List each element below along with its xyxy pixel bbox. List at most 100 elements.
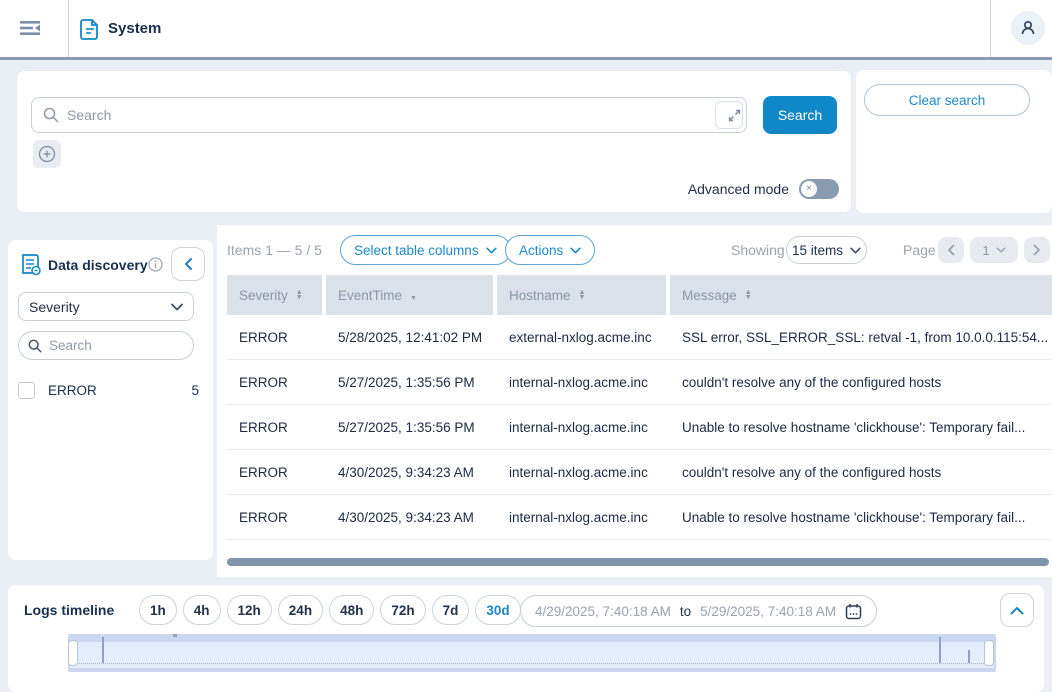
page-size-select[interactable]: 15 items — [786, 236, 867, 264]
date-to-label: to — [680, 604, 691, 619]
facet-count: 5 — [191, 383, 199, 398]
sort-icon: ▲▼ — [745, 290, 752, 300]
range-button-72h[interactable]: 72h — [380, 595, 425, 625]
horizontal-scrollbar[interactable] — [227, 558, 1049, 566]
items-count-text: Items 1 — 5 / 5 — [227, 242, 322, 258]
date-from: 4/29/2025, 7:40:18 AM — [535, 604, 671, 619]
top-bar: System — [0, 0, 1052, 57]
chevron-left-icon — [947, 244, 955, 256]
sidebar-header: Data discovery — [8, 247, 213, 283]
table-row[interactable]: ERROR 5/27/2025, 1:35:56 PM internal-nxl… — [227, 360, 1052, 405]
page-size-value: 15 items — [792, 243, 843, 258]
advanced-mode-row: Advanced mode × — [688, 179, 839, 199]
facet-search-box — [18, 331, 194, 360]
table-header-row: Severity ▲▼ EventTime ▼ Hostname ▲▼ Mess… — [227, 275, 1052, 315]
sort-icon: ▲▼ — [579, 290, 586, 300]
expand-icon — [728, 109, 741, 122]
system-doc-icon — [80, 18, 100, 45]
previous-page-button[interactable] — [938, 237, 964, 263]
timeline-spike — [102, 637, 104, 663]
log-table-area: Items 1 — 5 / 5 Select table columns Act… — [217, 225, 1052, 577]
sort-icon: ▲▼ — [296, 290, 303, 300]
toggle-off-knob-icon: × — [801, 181, 817, 197]
timeline-spike — [939, 637, 941, 663]
calendar-icon — [845, 603, 862, 620]
date-range-picker[interactable]: 4/29/2025, 7:40:18 AM to 5/29/2025, 7:40… — [520, 595, 877, 627]
timeline-left-handle[interactable] — [68, 640, 78, 666]
timeline-tick — [173, 634, 177, 637]
page-number-value: 1 — [982, 243, 989, 258]
menu-icon — [19, 19, 41, 37]
chevron-down-icon — [171, 303, 183, 311]
column-header-hostname[interactable]: Hostname ▲▼ — [497, 275, 666, 315]
chevron-right-icon — [1033, 244, 1041, 256]
expand-search-button[interactable] — [715, 101, 743, 129]
chevron-up-icon — [1010, 606, 1024, 615]
sidebar-collapse-button[interactable] — [171, 247, 205, 281]
column-header-severity[interactable]: Severity ▲▼ — [227, 275, 322, 315]
range-button-48h[interactable]: 48h — [329, 595, 374, 625]
facet-label: ERROR — [48, 383, 191, 398]
chevron-down-icon — [486, 247, 497, 254]
facet-field-select[interactable]: Severity — [18, 292, 194, 321]
select-table-columns-button[interactable]: Select table columns — [340, 235, 511, 265]
range-button-1h[interactable]: 1h — [139, 595, 177, 625]
table-row[interactable]: ERROR 4/30/2025, 9:34:23 AM internal-nxl… — [227, 495, 1052, 540]
chevron-down-icon — [996, 247, 1006, 253]
sidebar-title: Data discovery — [48, 257, 148, 273]
timeline-collapse-button[interactable] — [1000, 593, 1034, 627]
data-discovery-icon — [20, 253, 42, 282]
search-input[interactable] — [59, 107, 715, 123]
column-header-message[interactable]: Message ▲▼ — [670, 275, 1052, 315]
chevron-down-icon — [570, 247, 581, 254]
person-icon — [1019, 19, 1037, 37]
search-box — [31, 97, 747, 133]
search-panel: Search Advanced mode × — [16, 70, 852, 213]
data-discovery-sidebar: Data discovery Severity ERROR — [8, 240, 213, 560]
table-row[interactable]: ERROR 4/30/2025, 9:34:23 AM internal-nxl… — [227, 450, 1052, 495]
page-title: System — [108, 20, 161, 37]
advanced-mode-toggle[interactable]: × — [799, 179, 839, 199]
plus-circle-icon — [38, 145, 56, 163]
add-filter-button[interactable] — [33, 140, 61, 168]
log-table: Severity ▲▼ EventTime ▼ Hostname ▲▼ Mess… — [227, 275, 1052, 540]
timeline-range-buttons: 1h 4h 12h 24h 48h 72h 7d 30d today — [139, 595, 585, 625]
timeline-title: Logs timeline — [24, 602, 114, 618]
date-to: 5/29/2025, 7:40:18 AM — [700, 604, 836, 619]
facet-checkbox[interactable] — [18, 382, 35, 399]
facet-item-error[interactable]: ERROR 5 — [8, 379, 213, 401]
search-icon — [43, 107, 59, 123]
range-button-30d[interactable]: 30d — [475, 595, 520, 625]
page-number-select[interactable]: 1 — [970, 237, 1018, 263]
facet-search-input[interactable] — [42, 338, 193, 353]
page-label: Page — [903, 242, 936, 258]
range-button-12h[interactable]: 12h — [227, 595, 272, 625]
timeline-spike — [968, 650, 970, 663]
chevron-left-icon — [183, 257, 194, 271]
range-button-24h[interactable]: 24h — [278, 595, 323, 625]
range-button-4h[interactable]: 4h — [183, 595, 221, 625]
clear-search-button[interactable]: Clear search — [864, 84, 1030, 116]
advanced-mode-label: Advanced mode — [688, 181, 789, 197]
timeline-right-handle[interactable] — [984, 640, 994, 666]
column-header-eventtime[interactable]: EventTime ▼ — [326, 275, 493, 315]
timeline-chart[interactable] — [68, 634, 996, 672]
range-button-7d[interactable]: 7d — [432, 595, 470, 625]
topbar-underline — [0, 57, 1052, 60]
actions-label: Actions — [519, 243, 563, 258]
search-button[interactable]: Search — [763, 96, 837, 134]
table-row[interactable]: ERROR 5/28/2025, 12:41:02 PM external-nx… — [227, 315, 1052, 360]
search-icon — [28, 339, 42, 353]
showing-label: Showing — [731, 242, 785, 258]
table-row[interactable]: ERROR 5/27/2025, 1:35:56 PM internal-nxl… — [227, 405, 1052, 450]
chevron-down-icon — [850, 247, 861, 254]
info-icon[interactable] — [148, 257, 163, 277]
timeline-selection[interactable] — [70, 642, 994, 668]
user-avatar[interactable] — [1011, 11, 1045, 45]
logs-timeline-panel: Logs timeline 1h 4h 12h 24h 48h 72h 7d 3… — [8, 585, 1044, 692]
sidebar-collapse-menu-icon[interactable] — [16, 14, 44, 42]
actions-button[interactable]: Actions — [505, 235, 595, 265]
topbar-divider — [68, 0, 69, 57]
next-page-button[interactable] — [1024, 237, 1050, 263]
table-toolbar: Items 1 — 5 / 5 Select table columns Act… — [217, 235, 1052, 265]
